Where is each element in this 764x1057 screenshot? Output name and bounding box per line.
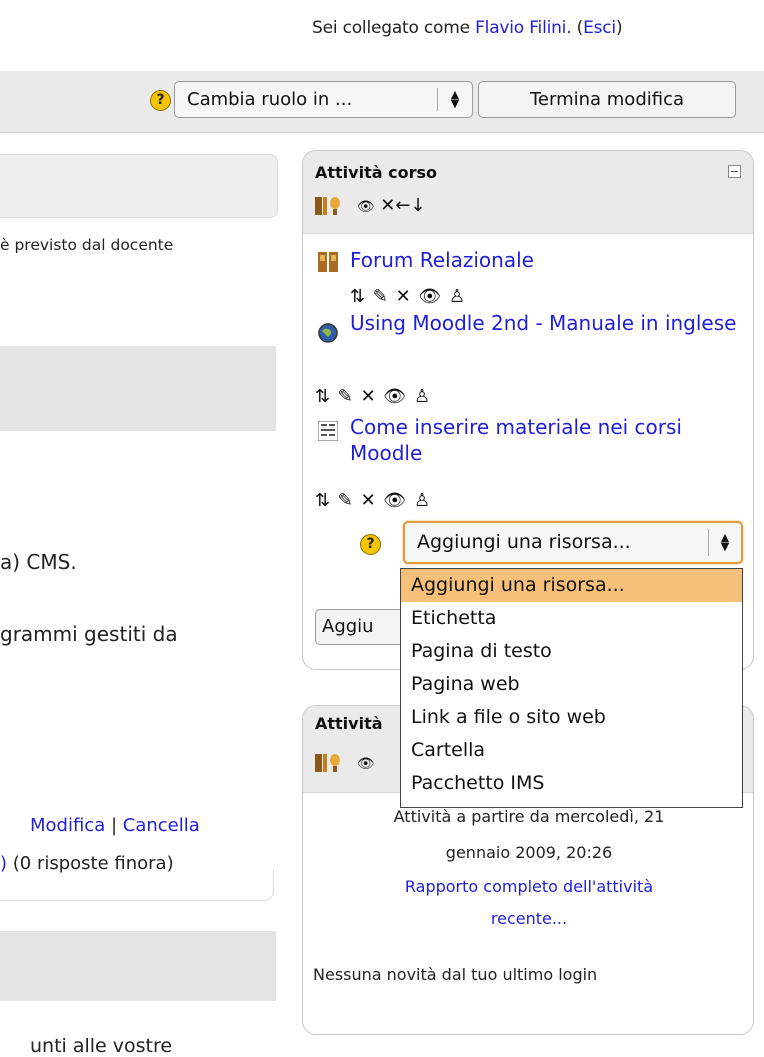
- delete-link[interactable]: Cancella: [123, 815, 200, 836]
- left-actions: Modifica | Cancella: [30, 815, 200, 836]
- add-resource-select-separator: [708, 529, 709, 556]
- resource-edit-icons-2[interactable]: ⇅ ✎ ✕ 👁 ♙: [315, 386, 431, 407]
- block-title: Attività: [315, 714, 383, 733]
- roles-icon[interactable]: [315, 195, 351, 217]
- move-hide-icons[interactable]: ✕←↓: [380, 195, 425, 216]
- add-resource-dropdown: Aggiungi una risorsa... Etichetta Pagina…: [400, 568, 743, 808]
- page-icon: [318, 421, 338, 441]
- resource-link-2[interactable]: Using Moodle 2nd - Manuale in inglese: [350, 310, 750, 336]
- block-header: Attività corso 👁 ✕←↓: [303, 151, 753, 234]
- full-report-link-line1[interactable]: Rapporto completo dell'attività: [303, 874, 753, 899]
- eye-icon[interactable]: 👁: [357, 756, 375, 772]
- modify-link[interactable]: Modifica: [30, 815, 105, 836]
- login-info: Sei collegato come Flavio Filini. (Esci): [312, 18, 623, 38]
- dropdown-option[interactable]: Etichetta: [401, 602, 742, 635]
- left-section-band: [0, 346, 276, 431]
- collapse-icon[interactable]: [728, 165, 741, 178]
- help-icon[interactable]: ?: [150, 90, 171, 111]
- dropdown-option[interactable]: Pacchetto IMS: [401, 767, 742, 800]
- dropdown-option[interactable]: Pagina di testo: [401, 635, 742, 668]
- user-profile-link[interactable]: Flavio Filini.: [475, 18, 572, 38]
- resource-link-1[interactable]: Forum Relazionale: [350, 247, 750, 273]
- resource-edit-icons-3[interactable]: ⇅ ✎ ✕ 👁 ♙: [315, 490, 431, 511]
- logout-open: (: [571, 18, 584, 38]
- recent-since-line2: gennaio 2009, 20:26: [445, 843, 613, 862]
- dropdown-option[interactable]: Link a file o sito web: [401, 701, 742, 734]
- left-section-band-2: [0, 931, 276, 1001]
- select-arrows-icon: ▲ ▼: [450, 88, 460, 110]
- role-select-separator: [437, 88, 438, 111]
- resource-link-3[interactable]: Come inserire materiale nei corsi Moodle: [350, 414, 750, 466]
- block-edit-icons: 👁: [315, 752, 375, 774]
- resource-edit-icons-1[interactable]: ⇅ ✎ ✕ 👁 ♙: [350, 286, 466, 307]
- full-report-link-line2[interactable]: recente...: [303, 906, 753, 931]
- role-select-value: Cambia ruolo in ...: [187, 89, 353, 110]
- navbar: ? Cambia ruolo in ... ▲ ▼ Termina modific…: [0, 71, 764, 133]
- finish-editing-button[interactable]: Termina modifica: [478, 81, 736, 118]
- logout-link[interactable]: Esci: [583, 18, 616, 38]
- dropdown-option[interactable]: Pagina web: [401, 668, 742, 701]
- forum-icon: [318, 252, 338, 272]
- left-box-bottom-border: [0, 870, 274, 901]
- left-text-line1: è previsto dal docente: [0, 236, 174, 254]
- logout-close: ): [615, 18, 623, 38]
- select-arrows-icon: ▲ ▼: [720, 531, 730, 553]
- actions-separator: |: [105, 815, 123, 836]
- add-activity-button[interactable]: Aggiu: [315, 609, 405, 645]
- eye-icon[interactable]: 👁: [357, 199, 375, 215]
- no-news-text: Nessuna novità dal tuo ultimo login: [313, 965, 598, 984]
- web-globe-icon: [318, 323, 338, 343]
- add-resource-select-value: Aggiungi una risorsa...: [417, 531, 631, 553]
- dropdown-option[interactable]: Aggiungi una risorsa...: [401, 569, 742, 602]
- add-resource-select[interactable]: Aggiungi una risorsa... ▲ ▼: [403, 521, 743, 564]
- role-select[interactable]: Cambia ruolo in ... ▲ ▼: [174, 81, 473, 118]
- roles-icon[interactable]: [315, 752, 351, 774]
- dropdown-option[interactable]: Cartella: [401, 734, 742, 767]
- left-text-line2: a) CMS.: [0, 550, 77, 574]
- left-content-header: [0, 154, 278, 218]
- block-title: Attività corso: [315, 163, 437, 182]
- help-icon[interactable]: ?: [360, 534, 381, 555]
- left-bottom-text: unti alle vostre: [30, 1035, 173, 1057]
- login-prefix: Sei collegato come: [312, 18, 476, 38]
- left-text-line3: grammi gestiti da: [0, 622, 178, 646]
- block-edit-icons: 👁 ✕←↓: [315, 195, 426, 217]
